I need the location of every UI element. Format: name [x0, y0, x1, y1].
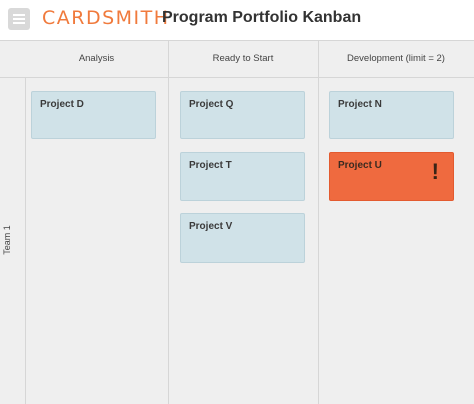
swimlane-label: Team 1	[2, 225, 12, 255]
card-project-q[interactable]: Project Q	[180, 91, 305, 139]
swimlane-divider	[25, 78, 26, 404]
card-project-u[interactable]: Project U !	[329, 152, 454, 201]
card-title: Project D	[40, 99, 84, 110]
cardsmith-logo: CARDSMITH	[42, 7, 170, 29]
card-project-v[interactable]: Project V	[180, 213, 305, 263]
column-divider	[318, 41, 319, 404]
card-title: Project T	[189, 160, 232, 171]
card-title: Project N	[338, 99, 382, 110]
card-title: Project U	[338, 160, 382, 171]
column-header-development: Development (limit = 2)	[347, 53, 445, 64]
kanban-board: Ready to Start Development (limit = 2) A…	[0, 40, 474, 404]
exclamation-icon: !	[431, 159, 439, 184]
column-header-analysis: Analysis	[78, 53, 115, 64]
column-header-ready: Ready to Start	[212, 53, 274, 64]
board-title: Program Portfolio Kanban	[162, 9, 362, 26]
top-bar: CARDSMITH Program Portfolio Kanban	[0, 0, 474, 40]
column-divider	[168, 41, 169, 404]
card-project-n[interactable]: Project N	[329, 91, 454, 139]
header-divider	[0, 77, 474, 78]
card-title: Project Q	[189, 99, 234, 110]
card-project-d[interactable]: Project D	[31, 91, 156, 139]
card-project-t[interactable]: Project T	[180, 152, 305, 201]
card-title: Project V	[189, 221, 233, 232]
hamburger-menu-icon[interactable]	[8, 8, 30, 30]
